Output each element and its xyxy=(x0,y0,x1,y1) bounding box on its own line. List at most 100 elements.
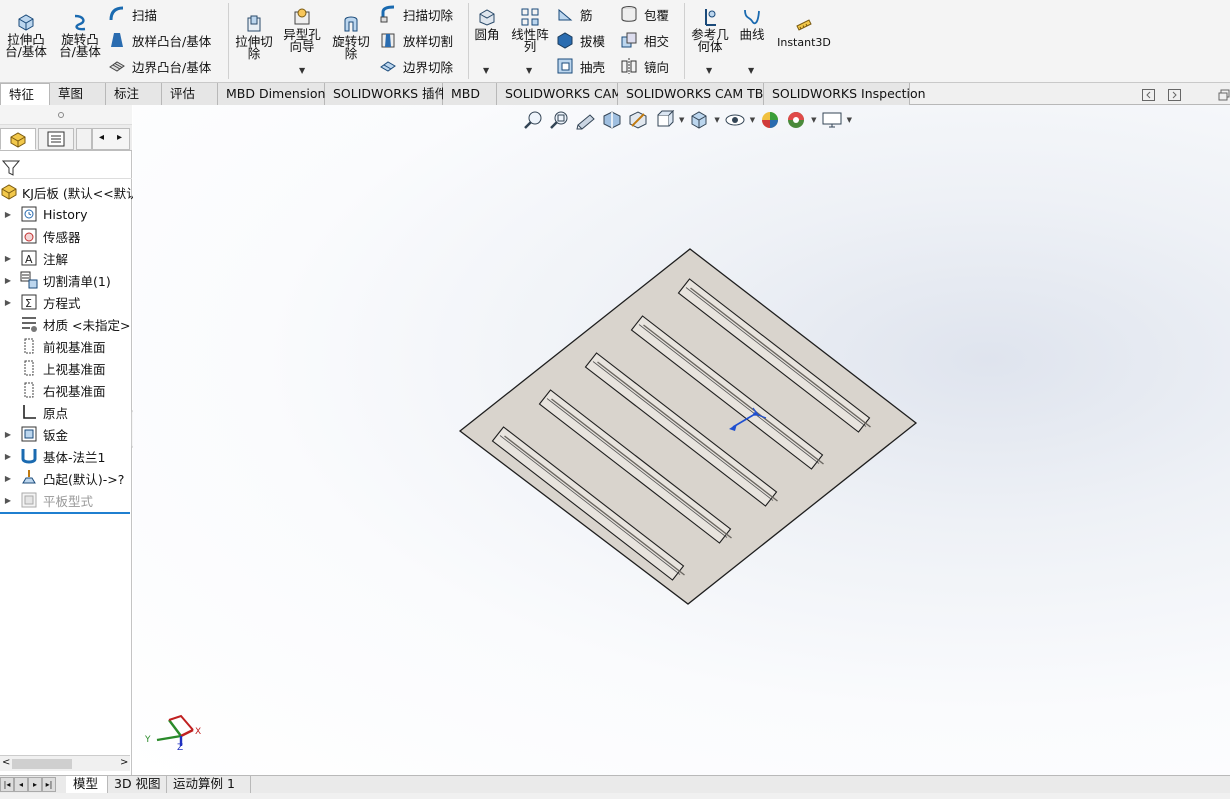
tree-item-label: 右视基准面 xyxy=(43,383,106,399)
reference-geometry-dropdown-icon[interactable]: ▼ xyxy=(706,65,712,77)
first-tab-icon[interactable]: |◂ xyxy=(0,777,14,792)
loft-boss-icon xyxy=(111,33,123,47)
tree-item[interactable]: 传感器 xyxy=(0,225,132,247)
scroll-thumb[interactable] xyxy=(12,759,72,769)
tab-mbd-dimensions[interactable]: MBD Dimensions xyxy=(218,83,332,105)
instant3d-button[interactable]: Instant3D xyxy=(776,14,832,49)
mirror-button[interactable]: 镜向 xyxy=(620,55,669,77)
next-tab-icon[interactable]: ▸ xyxy=(28,777,42,792)
panel-handle[interactable] xyxy=(0,105,132,125)
expand-arrow-icon[interactable]: ▶ xyxy=(2,430,14,439)
tree-item[interactable]: 上视基准面 xyxy=(0,357,132,379)
annotations-icon: A xyxy=(21,250,37,266)
tree-item[interactable]: ▶ 钣金 xyxy=(0,423,132,445)
curves-button[interactable]: 曲线 ▼ xyxy=(736,7,768,75)
graphics-area[interactable]: ▼ ▼ ▼ ▼ ▼ Y X Z xyxy=(133,105,1230,775)
rib-button[interactable]: 筋 xyxy=(556,3,593,25)
intersect-button[interactable]: 相交 xyxy=(620,29,669,51)
hole-wizard-dropdown-icon[interactable]: ▼ xyxy=(299,65,305,77)
revolve-cut-button[interactable]: 旋转切 除 xyxy=(328,14,374,60)
tab-evaluate[interactable]: 评估 xyxy=(162,83,218,105)
loft-boss-button[interactable]: 放样凸台/基体 xyxy=(108,29,211,51)
tab-model[interactable]: 模型 xyxy=(66,776,108,793)
tab-solidworks-addins[interactable]: SOLIDWORKS 插件 xyxy=(325,83,447,105)
config-manager-tab[interactable] xyxy=(76,128,92,150)
feature-manager-tab[interactable] xyxy=(0,128,36,150)
reference-geometry-button[interactable]: 参考几 何体 ▼ xyxy=(688,7,732,75)
boundary-boss-label: 边界凸台/基体 xyxy=(132,59,212,75)
lofted-cut-button[interactable]: 放样切割 xyxy=(379,29,453,51)
hole-wizard-button[interactable]: 异型孔 向导 ▼ xyxy=(280,7,324,75)
fillet-button[interactable]: 圆角 ▼ xyxy=(471,7,503,75)
expand-arrow-icon[interactable]: ▶ xyxy=(2,474,14,483)
triad-z-label: Z xyxy=(177,743,183,750)
wrap-icon xyxy=(621,6,637,22)
scroll-left-icon[interactable]: ◂ xyxy=(99,132,104,143)
tree-item-label: 钣金 xyxy=(43,427,69,443)
tab-sketch[interactable]: 草图 xyxy=(50,83,106,105)
last-tab-icon[interactable]: ▸| xyxy=(42,777,56,792)
wrap-label: 包覆 xyxy=(644,7,670,23)
tree-item[interactable]: ▶ 凸起(默认)->? xyxy=(0,467,132,489)
filter-icon[interactable] xyxy=(2,160,20,176)
rollback-bar[interactable] xyxy=(0,512,130,514)
tree-item[interactable]: 前视基准面 xyxy=(0,335,132,357)
wrap-button[interactable]: 包覆 xyxy=(620,3,669,25)
expand-arrow-icon[interactable]: ▶ xyxy=(2,254,14,263)
tab-solidworks-inspection[interactable]: SOLIDWORKS Inspection xyxy=(764,83,926,105)
tree-item[interactable]: 原点 xyxy=(0,401,132,423)
tree-item[interactable]: ▶ A 注解 xyxy=(0,247,132,269)
expand-arrow-icon[interactable]: ▶ xyxy=(2,276,14,285)
linear-pattern-dropdown-icon[interactable]: ▼ xyxy=(526,65,532,77)
collapse-left-icon[interactable] xyxy=(1142,89,1156,101)
tab-motion-study[interactable]: 运动算例 1 xyxy=(167,776,251,793)
tab-3d-views[interactable]: 3D 视图 xyxy=(108,776,167,793)
panel-horizontal-scrollbar[interactable]: < > xyxy=(0,755,130,771)
model-canvas[interactable] xyxy=(133,105,1230,775)
revolve-boss-button[interactable]: 旋转凸 台/基体 xyxy=(56,12,104,58)
shell-button[interactable]: 抽壳 xyxy=(556,55,605,77)
tab-solidworks-cam[interactable]: SOLIDWORKS CAM xyxy=(497,83,622,105)
swept-cut-button[interactable]: 扫描切除 xyxy=(379,3,453,25)
loft-boss-label: 放样凸台/基体 xyxy=(132,33,212,49)
curves-dropdown-icon[interactable]: ▼ xyxy=(748,65,754,77)
tree-item[interactable]: ▶ Σ 方程式 xyxy=(0,291,132,313)
lofted-cut-label: 放样切割 xyxy=(403,33,454,49)
tab-features[interactable]: 特征 xyxy=(0,83,50,105)
boundary-cut-button[interactable]: 边界切除 xyxy=(379,55,453,77)
fillet-label: 圆角 xyxy=(474,27,500,42)
collapse-right-icon[interactable] xyxy=(1168,89,1182,101)
prev-tab-icon[interactable]: ◂ xyxy=(14,777,28,792)
tree-item[interactable]: ▶ 切割清单(1) xyxy=(0,269,132,291)
tab-solidworks-cam-tbm[interactable]: SOLIDWORKS CAM TBM xyxy=(618,83,774,105)
sweep-button[interactable]: 扫描 xyxy=(108,3,157,25)
tab-mbd[interactable]: MBD xyxy=(443,83,497,105)
linear-pattern-button[interactable]: 线性阵 列 ▼ xyxy=(508,7,552,75)
tab-markup[interactable]: 标注 xyxy=(106,83,162,105)
tree-item[interactable]: ▶ History xyxy=(0,203,132,225)
scroll-left-icon[interactable]: < xyxy=(2,757,10,768)
extrude-cut-button[interactable]: 拉伸切 除 xyxy=(232,14,276,60)
tree-item[interactable]: 材质 <未指定> xyxy=(0,313,132,335)
tree-root[interactable]: KJ后板 (默认<<默认 xyxy=(0,181,139,203)
fillet-dropdown-icon[interactable]: ▼ xyxy=(483,65,489,77)
draft-button[interactable]: 拔模 xyxy=(556,29,605,51)
expand-arrow-icon[interactable]: ▶ xyxy=(2,210,14,219)
status-bar xyxy=(0,793,1230,799)
ribbon-separator xyxy=(228,3,229,79)
extrude-boss-button[interactable]: 拉伸凸 台/基体 xyxy=(4,12,48,58)
filter-bar[interactable] xyxy=(0,157,132,179)
boundary-boss-button[interactable]: 边界凸台/基体 xyxy=(108,55,211,77)
scroll-right-icon[interactable]: > xyxy=(120,757,128,768)
panel-tabs: ◂ ▸ xyxy=(0,125,132,151)
expand-arrow-icon[interactable]: ▶ xyxy=(2,496,14,505)
scroll-right-icon[interactable]: ▸ xyxy=(117,132,122,143)
tree-item[interactable]: ▶ 基体-法兰1 xyxy=(0,445,132,467)
restore-icon[interactable] xyxy=(1218,89,1230,101)
expand-arrow-icon[interactable]: ▶ xyxy=(2,298,14,307)
tree-item[interactable]: ▶ 平板型式 xyxy=(0,489,132,511)
panel-tab-scroller[interactable]: ◂ ▸ xyxy=(92,128,130,150)
property-manager-tab[interactable] xyxy=(38,128,74,150)
tree-item[interactable]: 右视基准面 xyxy=(0,379,132,401)
expand-arrow-icon[interactable]: ▶ xyxy=(2,452,14,461)
